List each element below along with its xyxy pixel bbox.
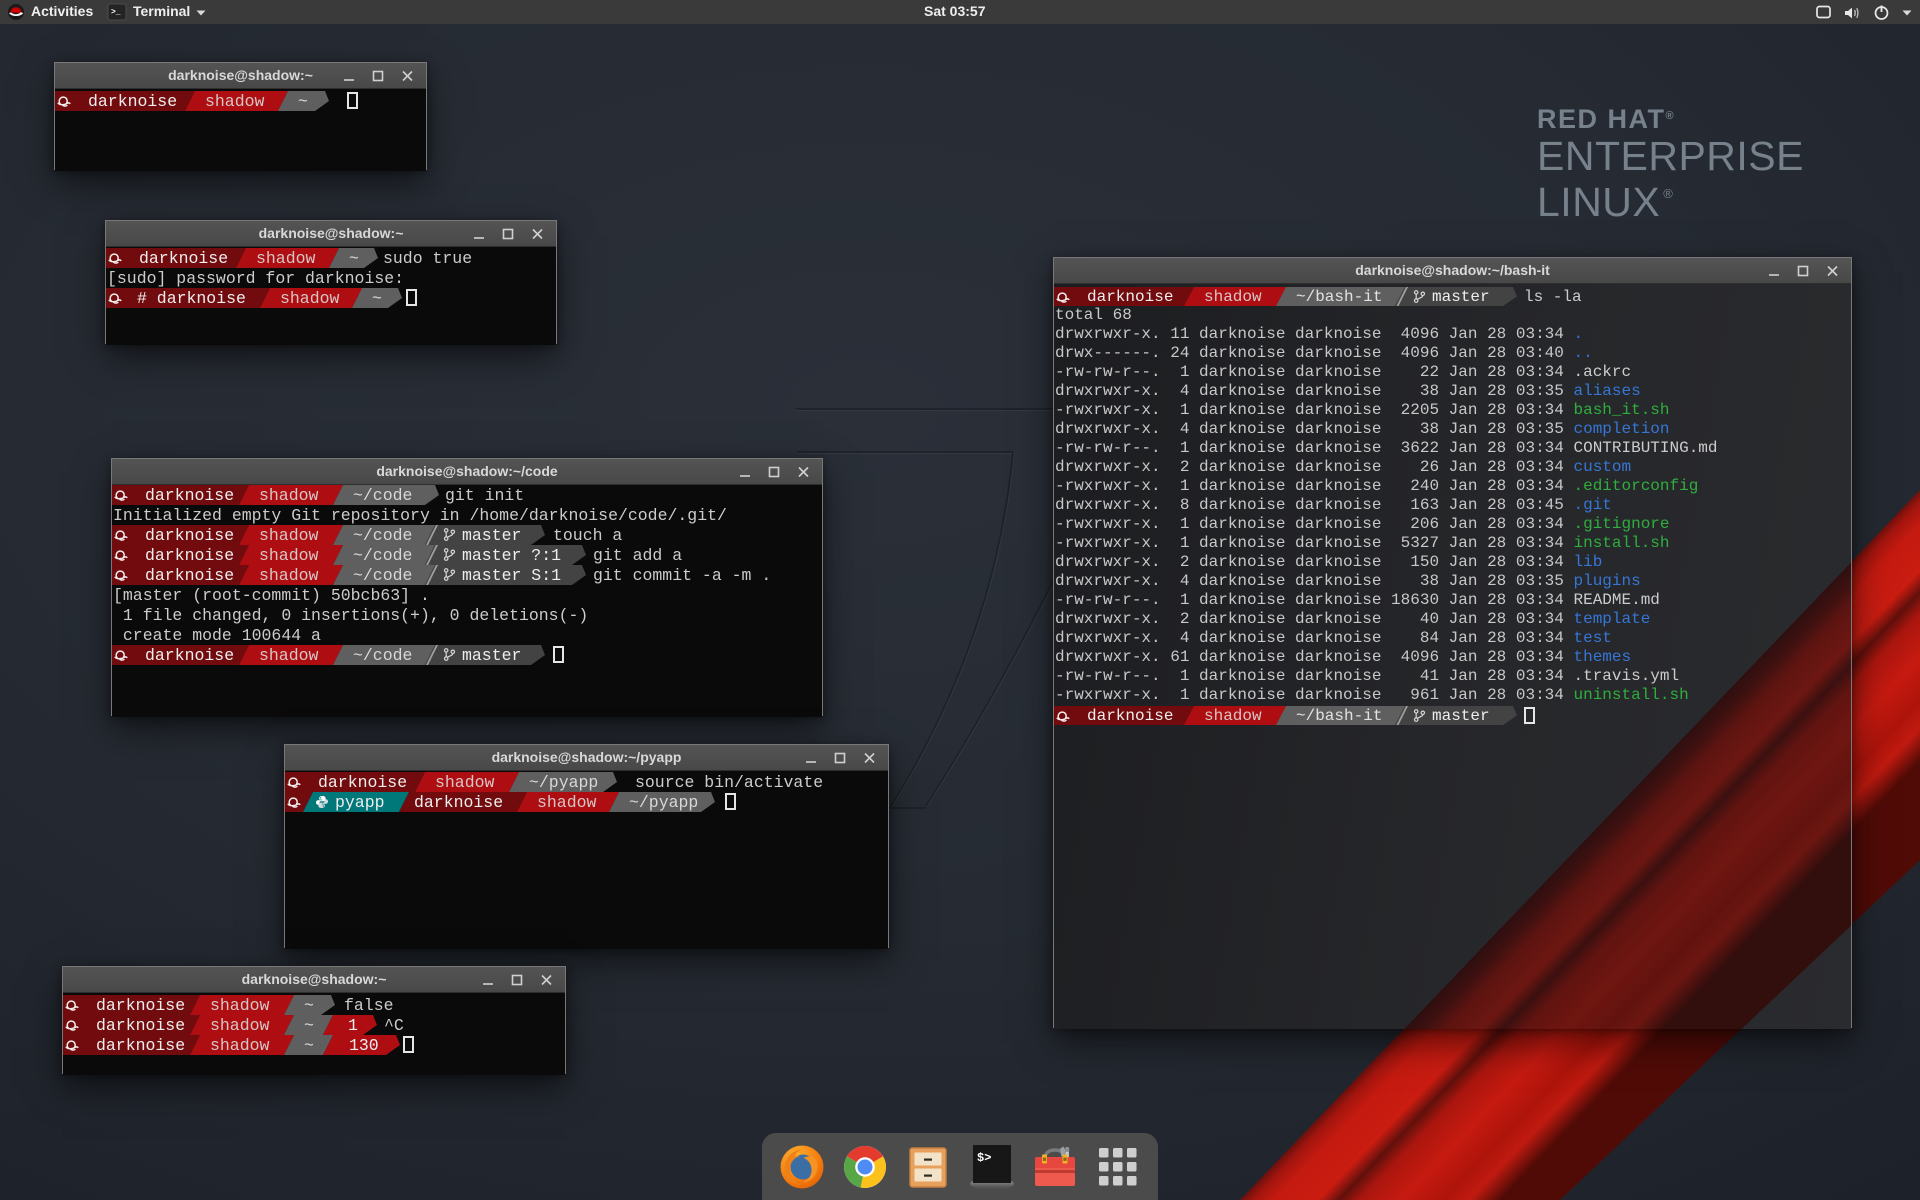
svg-text:>_: >_ <box>111 8 121 17</box>
svg-text:$>: $> <box>977 1151 991 1165</box>
